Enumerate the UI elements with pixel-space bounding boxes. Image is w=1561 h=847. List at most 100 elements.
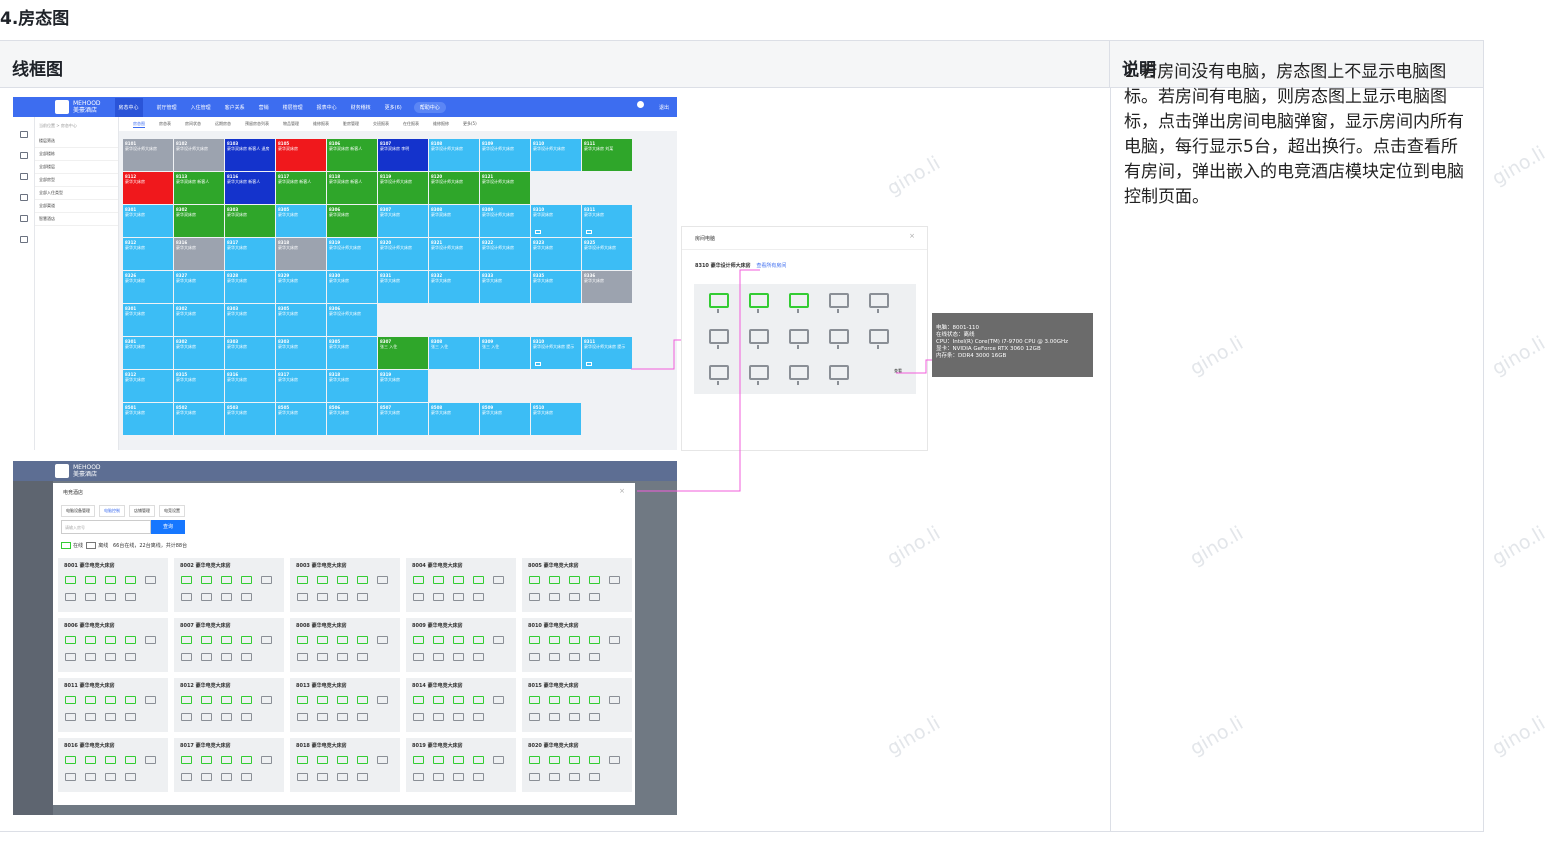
computer-icon[interactable] <box>549 576 560 584</box>
computer-icon[interactable] <box>709 293 729 313</box>
computer-icon[interactable] <box>473 593 484 601</box>
room-tile[interactable]: 8322 豪华设计师大床房 <box>480 238 530 270</box>
room-tile[interactable]: 8333 豪华大床房 <box>480 271 530 303</box>
computer-icon[interactable] <box>869 329 889 349</box>
computer-icon[interactable] <box>473 756 484 764</box>
modal-tab-3[interactable]: 电竞设置 <box>159 505 185 517</box>
computer-icon[interactable] <box>377 576 388 584</box>
room-tile[interactable]: 8310 豪华双床房 <box>531 205 581 237</box>
room-tile[interactable]: 8315 豪华大床房 <box>174 370 224 402</box>
room-tile[interactable]: 8302 豪华双床房 <box>174 205 224 237</box>
computer-icon[interactable] <box>181 636 192 644</box>
computer-icon[interactable] <box>869 293 889 313</box>
computer-icon[interactable] <box>85 636 96 644</box>
computer-icon[interactable] <box>433 756 444 764</box>
room-tile[interactable]: 8325 豪华设计师大床房 <box>582 238 632 270</box>
computer-icon[interactable] <box>589 636 600 644</box>
computer-icon[interactable] <box>589 593 600 601</box>
computer-icon[interactable] <box>589 696 600 704</box>
computer-icon[interactable] <box>709 329 729 349</box>
computer-icon[interactable] <box>529 576 540 584</box>
computer-icon[interactable] <box>297 756 308 764</box>
computer-icon[interactable] <box>569 696 580 704</box>
computer-icon[interactable] <box>241 576 252 584</box>
computer-icon[interactable] <box>105 576 116 584</box>
computer-icon[interactable] <box>105 696 116 704</box>
room-tile[interactable]: 8118 豪华双床房 新客人 <box>327 172 377 204</box>
computer-icon[interactable] <box>221 593 232 601</box>
room-tile[interactable]: 8109 豪华设计师大床房 <box>480 139 530 171</box>
computer-icon[interactable] <box>125 713 136 721</box>
room-tile[interactable]: 8309 张三 入住 <box>480 337 530 369</box>
subtab-5[interactable]: 物品管理 <box>283 121 299 127</box>
computer-icon[interactable] <box>241 636 252 644</box>
subtab-11[interactable]: 更多(5) <box>463 121 477 127</box>
computer-icon[interactable] <box>317 576 328 584</box>
computer-icon[interactable] <box>65 696 76 704</box>
computer-icon[interactable] <box>589 773 600 781</box>
room-tile[interactable]: 8303 豪华双床房 <box>225 205 275 237</box>
room-tile[interactable]: 8323 豪华大床房 <box>531 238 581 270</box>
nav-crm[interactable]: 客户关系 <box>225 104 245 111</box>
computer-icon[interactable] <box>413 653 424 661</box>
computer-icon[interactable] <box>181 593 192 601</box>
computer-icon[interactable] <box>85 756 96 764</box>
computer-icon[interactable] <box>201 713 212 721</box>
computer-icon[interactable] <box>337 773 348 781</box>
computer-icon[interactable] <box>145 576 156 584</box>
room-tile[interactable]: 8121 豪华设计师大床房 <box>480 172 530 204</box>
logout-link[interactable]: 退出 <box>659 104 669 111</box>
computer-icon[interactable] <box>221 773 232 781</box>
subtab-0[interactable]: 房态图 <box>133 121 145 128</box>
room-tile[interactable]: 8106 豪华双床房 新客人 <box>327 139 377 171</box>
room-tile[interactable]: 8113 豪华双床房 新客人 <box>174 172 224 204</box>
room-tile[interactable]: 8301 豪华大床房 <box>123 304 173 336</box>
room-tile[interactable]: 8316 豪华大床房 <box>225 370 275 402</box>
computer-icon[interactable] <box>317 756 328 764</box>
room-tile[interactable]: 8506 豪华大床房 <box>327 403 377 435</box>
room-tile[interactable]: 8303 豪华大床房 <box>225 304 275 336</box>
computer-icon[interactable] <box>473 773 484 781</box>
room-tile[interactable]: 8317 豪华大床房 <box>276 370 326 402</box>
esports-room-card[interactable]: 8016 豪华电竞大床房 <box>58 738 168 792</box>
nav-check-in[interactable]: 入住管理 <box>191 104 211 111</box>
esports-room-card[interactable]: 8002 豪华电竞大床房 <box>174 558 284 612</box>
help-button[interactable]: 帮助中心 <box>413 101 446 113</box>
esports-room-card[interactable]: 8001 豪华电竞大床房 <box>58 558 168 612</box>
close-icon[interactable]: × <box>619 487 625 495</box>
room-tile[interactable]: 8331 豪华大床房 <box>378 271 428 303</box>
room-tile[interactable]: 8326 豪华大床房 <box>123 271 173 303</box>
computer-icon[interactable] <box>201 696 212 704</box>
computer-icon[interactable] <box>65 713 76 721</box>
computer-icon[interactable] <box>357 653 368 661</box>
computer-icon[interactable] <box>261 696 272 704</box>
computer-icon[interactable] <box>377 636 388 644</box>
room-tile[interactable]: 8332 豪华大床房 <box>429 271 479 303</box>
room-tile[interactable]: 8507 豪华大床房 <box>378 403 428 435</box>
computer-icon[interactable] <box>586 230 592 234</box>
computer-icon[interactable] <box>181 653 192 661</box>
search-button[interactable]: 查询 <box>151 520 185 534</box>
room-tile[interactable]: 8312 豪华大床房 <box>123 238 173 270</box>
subtab-3[interactable]: 远期房态 <box>215 121 231 127</box>
computer-icon[interactable] <box>529 593 540 601</box>
room-tile[interactable]: 8305 豪华大床房 <box>327 337 377 369</box>
esports-room-card[interactable]: 8014 豪华电竞大床房 <box>406 678 516 732</box>
room-tile[interactable]: 8312 豪华大床房 <box>123 370 173 402</box>
home-icon[interactable] <box>19 131 28 138</box>
computer-icon[interactable] <box>569 576 580 584</box>
subtab-8[interactable]: 交班报表 <box>373 121 389 127</box>
esports-room-card[interactable]: 8006 豪华电竞大床房 <box>58 618 168 672</box>
computer-icon[interactable] <box>201 636 212 644</box>
computer-icon[interactable] <box>433 593 444 601</box>
computer-icon[interactable] <box>569 636 580 644</box>
computer-icon[interactable] <box>337 593 348 601</box>
computer-icon[interactable] <box>549 773 560 781</box>
nav-reports[interactable]: 报表中心 <box>317 104 337 111</box>
esports-room-card[interactable]: 8010 豪华电竞大床房 <box>522 618 632 672</box>
esports-room-card[interactable]: 8019 豪华电竞大床房 <box>406 738 516 792</box>
computer-icon[interactable] <box>789 329 809 349</box>
computer-icon[interactable] <box>586 362 592 366</box>
computer-icon[interactable] <box>65 593 76 601</box>
room-tile[interactable]: 8105 豪华双床房 <box>276 139 326 171</box>
